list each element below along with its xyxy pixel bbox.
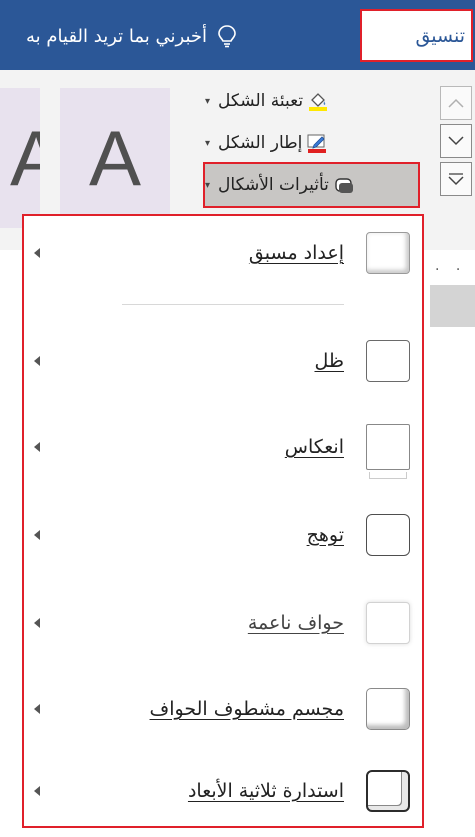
wordart-style[interactable]: A [60,88,170,228]
gallery-scroll-up[interactable] [440,86,472,120]
gallery-scroll-down[interactable] [440,124,472,158]
menu-item-label: توهج [306,524,344,546]
menu-item-soft-edges[interactable]: حواف ناعمة [24,588,422,658]
menu-item-glow[interactable]: توهج [24,500,422,570]
menu-item-label: إعداد مسبق [248,242,344,264]
submenu-arrow-icon [34,704,40,714]
chevron-up-icon [448,98,464,108]
tell-me-search[interactable]: أخبرني بما تريد القيام به [26,22,346,50]
menu-item-label: حواف ناعمة [247,612,344,634]
tell-me-label: أخبرني بما تريد القيام به [26,25,208,47]
shape-effects-icon [335,178,353,193]
dropdown-caret-icon: ▾ [205,179,211,191]
soft-edges-thumbnail-icon [366,602,410,644]
gallery-more[interactable] [440,162,472,196]
bevel-thumbnail-icon [366,688,410,730]
submenu-arrow-icon [34,356,40,366]
menu-item-bevel[interactable]: مجسم مشطوف الحواف [24,674,422,744]
tab-format-label: تنسيق [415,24,465,47]
submenu-arrow-icon [34,248,40,258]
wordart-style-partial[interactable]: A [0,88,40,228]
shape-effects-label: تأثيرات الأشكال [218,175,329,195]
glow-thumbnail-icon [366,514,410,556]
shape-fill-label: تعبئة الشكل [218,91,304,111]
wordart-letter: A [88,113,142,202]
more-icon [448,173,464,186]
shape-effects-menu: إعداد مسبق ظل انعكاس توهج حواف ناعمة مجس… [22,214,424,828]
shadow-thumbnail-icon [366,340,410,382]
shape-effects-button[interactable]: تأثيرات الأشكال ▾ [205,170,415,200]
dots: · · [435,262,467,278]
menu-item-shadow[interactable]: ظل [24,326,422,396]
menu-item-reflection[interactable]: انعكاس [24,412,422,482]
reflection-thumbnail-icon [366,424,410,479]
menu-item-label: انعكاس [284,436,344,458]
menu-divider [122,304,344,305]
paint-bucket-icon [309,93,328,111]
wordart-letter: A [9,113,40,202]
shape-outline-label: إطار الشكل [218,133,303,153]
submenu-arrow-icon [34,618,40,628]
submenu-arrow-icon [34,786,40,796]
menu-item-3d-rotation[interactable]: استدارة ثلاثية الأبعاد [24,756,422,826]
3d-rotation-thumbnail-icon [366,770,410,812]
preset-thumbnail-icon [366,232,410,274]
chevron-down-icon [448,136,464,146]
shape-outline-button[interactable]: إطار الشكل ▾ [205,128,415,158]
dropdown-caret-icon: ▾ [205,95,211,107]
submenu-arrow-icon [34,530,40,540]
ruler-strip [430,285,475,327]
lightbulb-icon [218,25,236,48]
pencil-icon [307,134,327,153]
submenu-arrow-icon [34,442,40,452]
dropdown-caret-icon: ▾ [205,137,211,149]
menu-item-label: ظل [314,350,344,372]
tab-format[interactable]: تنسيق [360,9,473,62]
menu-item-label: استدارة ثلاثية الأبعاد [187,780,344,802]
menu-item-preset[interactable]: إعداد مسبق [24,218,422,305]
shape-fill-button[interactable]: تعبئة الشكل ▾ [205,86,415,116]
menu-item-label: مجسم مشطوف الحواف [149,698,344,720]
